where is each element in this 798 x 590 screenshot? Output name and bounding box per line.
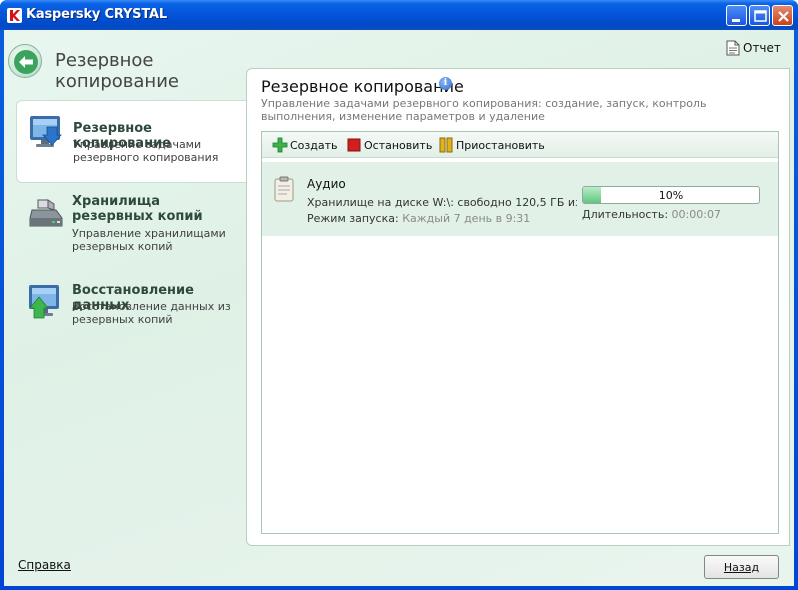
task-name: Аудио xyxy=(307,177,346,191)
arrow-left-icon xyxy=(14,50,38,74)
create-label: Создать xyxy=(290,139,338,152)
sidebar-item-title: Хранилища резервных копий xyxy=(72,194,203,224)
info-icon[interactable]: i xyxy=(439,77,452,90)
task-duration: Длительность: 00:00:07 xyxy=(582,208,721,221)
sidebar-item-description: Управление хранилищами резервных копий xyxy=(72,227,226,253)
task-duration-label: Длительность: xyxy=(582,208,669,221)
help-label: Справка xyxy=(18,558,71,572)
main-panel: Резервное копирование i Управление задач… xyxy=(246,68,790,546)
sidebar-item-description: Управление задачами резервного копирован… xyxy=(73,138,219,164)
kaspersky-logo-icon xyxy=(7,8,22,23)
report-label: Отчет xyxy=(743,41,781,55)
task-schedule-value: Каждый 7 день в 9:31 xyxy=(402,212,531,225)
back-label: Назад xyxy=(723,560,760,574)
maximize-button[interactable] xyxy=(749,5,770,26)
pause-label: Приостановить xyxy=(456,139,545,152)
document-icon xyxy=(726,40,740,56)
client-area: Резервное копирование Отчет Резервное ко… xyxy=(4,30,794,586)
task-duration-value: 00:00:07 xyxy=(671,208,721,221)
task-list: Создать Остановить Приостановить Аудио Х… xyxy=(261,131,779,534)
sidebar-item-backup[interactable]: Резервное копирование Управление задачам… xyxy=(16,100,248,183)
task-progress-bar: 10% xyxy=(582,186,760,204)
title-bar[interactable]: Kaspersky CRYSTAL xyxy=(0,0,798,30)
monitor-restore-icon xyxy=(29,285,59,319)
help-link[interactable]: Справка xyxy=(18,558,71,572)
task-schedule: Режим запуска: Каждый 7 день в 9:31 xyxy=(307,212,530,225)
minimize-button[interactable] xyxy=(726,5,747,26)
sidebar-item-storages[interactable]: Хранилища резервных копий Управление хра… xyxy=(16,190,248,260)
back-button[interactable]: Назад xyxy=(704,555,779,579)
stop-label: Остановить xyxy=(364,139,433,152)
page-subtitle: Управление задачами резервного копирован… xyxy=(261,97,707,123)
sidebar-item-description: Восстановление данных из резервных копий xyxy=(72,300,231,326)
stop-icon xyxy=(347,138,361,152)
storage-drive-icon xyxy=(29,199,63,227)
close-button[interactable] xyxy=(772,5,793,26)
plus-icon xyxy=(272,137,288,153)
task-schedule-label: Режим запуска: xyxy=(307,212,399,225)
task-toolbar: Создать Остановить Приостановить xyxy=(262,132,778,158)
monitor-backup-icon xyxy=(30,116,62,147)
back-arrow-button[interactable] xyxy=(8,44,42,78)
sidebar-item-restore[interactable]: Восстановление данных Восстановление дан… xyxy=(16,278,248,338)
table-row[interactable]: Аудио Хранилище на диске W:\: свободно 1… xyxy=(262,162,778,236)
pause-icon xyxy=(439,137,453,153)
app-window: Kaspersky CRYSTAL Резервное копирование xyxy=(0,0,798,590)
clipboard-task-icon xyxy=(274,176,294,202)
task-storage: Хранилище на диске W:\: свободно 120,5 Г… xyxy=(307,196,577,209)
section-title: Резервное копирование xyxy=(55,50,179,92)
window-title: Kaspersky CRYSTAL xyxy=(26,7,167,22)
page-title: Резервное копирование xyxy=(261,77,464,96)
progress-text: 10% xyxy=(658,189,684,202)
